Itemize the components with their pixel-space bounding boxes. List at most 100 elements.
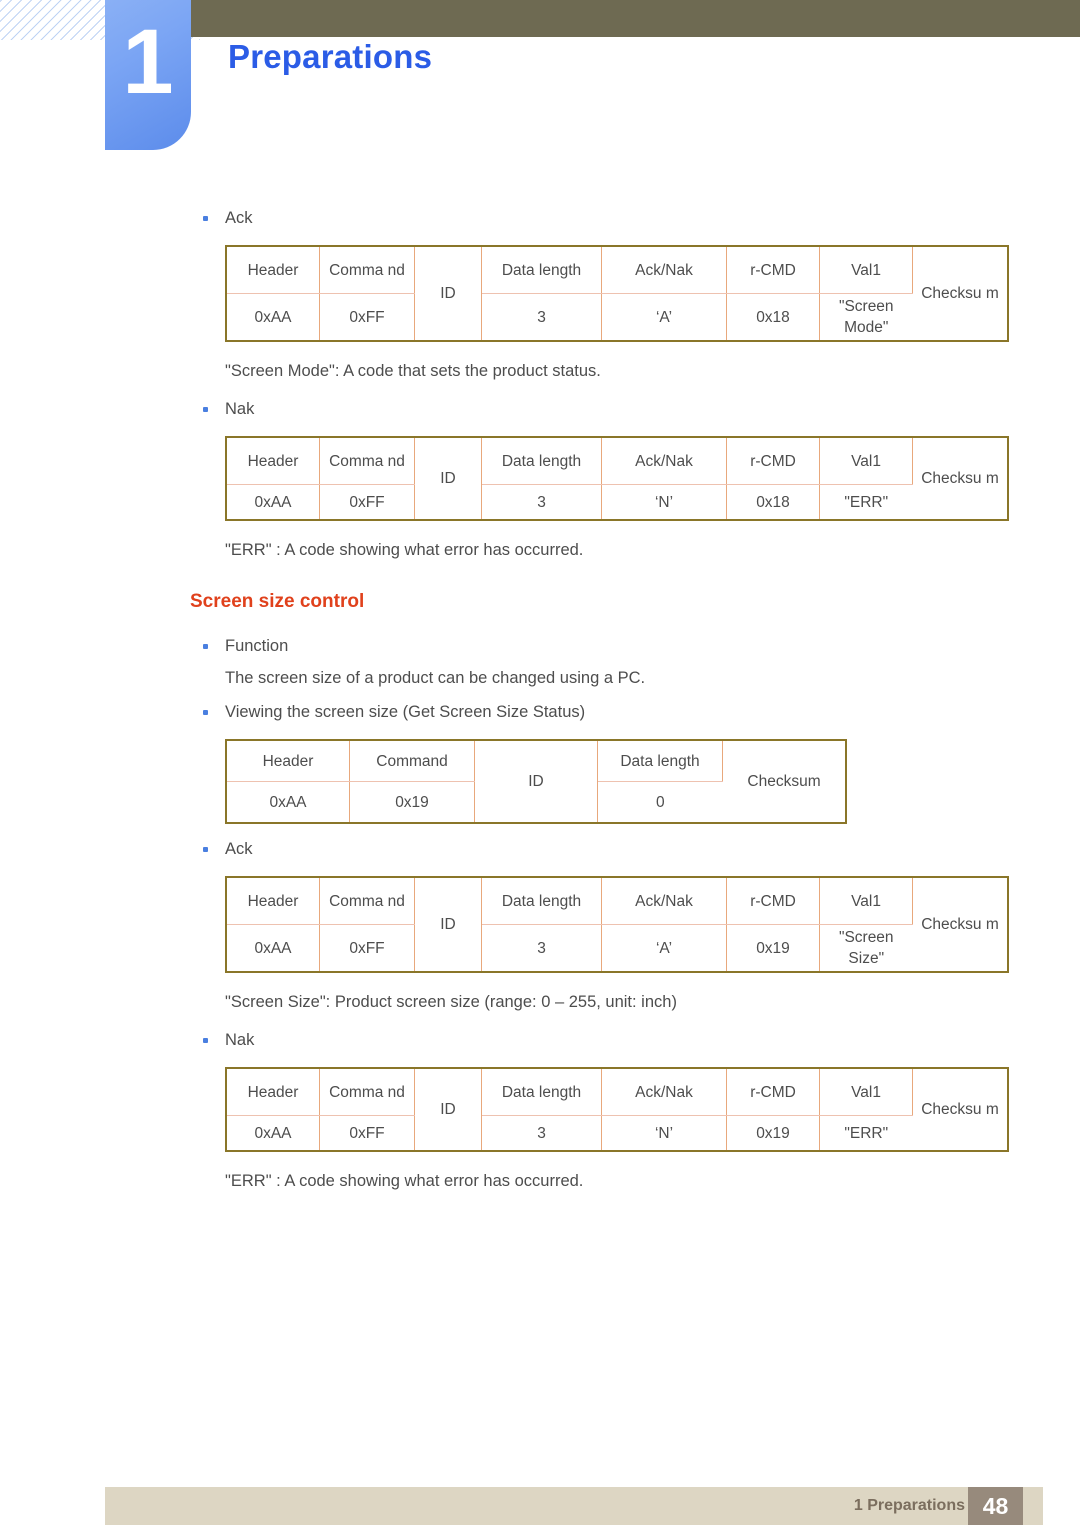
bullet-dot-icon [203, 216, 208, 221]
bullet-dot-icon [203, 710, 208, 715]
list-item-label: Nak [225, 400, 255, 418]
cell-data-length-value: 0 [655, 793, 665, 811]
cell-header-value: 0xAA [226, 293, 320, 341]
text-function-description: The screen size of a product can be chan… [225, 669, 646, 687]
cell-command-value: 0x19 [349, 781, 475, 823]
page-number-box: 48 [968, 1487, 1023, 1525]
cell-command-label: Comma nd [319, 877, 415, 925]
cell-val1-label: Val1 [819, 1068, 913, 1116]
cell-val1-label: Val1 [819, 246, 913, 294]
table-row: Header Comma nd ID Data length Ack/Nak r… [226, 437, 1008, 520]
header-olive-bar [191, 0, 1080, 37]
cell-val1-value: "ERR" [844, 1124, 889, 1142]
table-screen-size-nak: Header Comma nd ID Data length Ack/Nak r… [225, 1067, 1009, 1152]
cell-header-value: 0xAA [226, 781, 350, 823]
cell-ack-nak-label: Ack/Nak [601, 246, 727, 294]
note-screen-mode-err: "ERR" : A code showing what error has oc… [225, 541, 584, 559]
list-item-viewing-screen-size: Viewing the screen size (Get Screen Size… [0, 699, 1080, 725]
chapter-number: 1 [122, 11, 174, 113]
footer-bar: 1 Preparations [105, 1487, 1043, 1525]
table-row: Header Comma nd ID Data length Ack/Nak r… [226, 1068, 1008, 1151]
footer-chapter-label: 1 Preparations [853, 1497, 965, 1514]
cell-r-cmd-value: 0x18 [726, 484, 820, 520]
cell-data-length-label: Data length [481, 437, 602, 485]
list-item-label: Function [225, 637, 289, 655]
cell-command-label: Command [349, 740, 475, 782]
cell-data-length-value: 3 [481, 293, 602, 341]
list-item-ack-screen-size: Ack [0, 836, 1080, 862]
cell-ack-nak-label: Ack/Nak [601, 437, 727, 485]
cell-data-length-label: Data length [597, 740, 723, 782]
page-title: Preparations [228, 38, 433, 75]
cell-ack-nak-value: ‘A’ [601, 293, 727, 341]
cell-r-cmd-label: r-CMD [726, 877, 820, 925]
table-screen-size-ack: Header Comma nd ID Data length Ack/Nak r… [225, 876, 1009, 973]
cell-header-value: 0xAA [226, 924, 320, 972]
table-get-screen-size: Header Command ID Data length Checksum 0… [225, 739, 847, 824]
table-row: 0xAA 0xFF 3 ‘N’ 0x18 "ERR" [226, 484, 1008, 520]
cell-ack-nak-label: Ack/Nak [601, 877, 727, 925]
cell-header-label: Header [226, 740, 350, 782]
cell-data-length-value: 3 [481, 924, 602, 972]
cell-header-label: Header [226, 877, 320, 925]
cell-ack-nak-value: ‘N’ [601, 1115, 727, 1151]
note-screen-mode: "Screen Mode": A code that sets the prod… [225, 362, 601, 380]
cell-r-cmd-label: r-CMD [726, 246, 820, 294]
cell-id-label: ID [474, 740, 598, 823]
list-item-nak-screen-size: Nak [0, 1027, 1080, 1053]
cell-checksum-label: Checksu m [921, 1101, 999, 1118]
cell-r-cmd-label: r-CMD [726, 1068, 820, 1116]
note-screen-size: "Screen Size": Product screen size (rang… [225, 993, 677, 1011]
cell-id-label: ID [414, 246, 482, 341]
cell-header-label: Header [226, 437, 320, 485]
cell-r-cmd-value: 0x19 [726, 1115, 820, 1151]
bullet-dot-icon [203, 847, 208, 852]
cell-command-label: Comma nd [319, 1068, 415, 1116]
cell-r-cmd-label: r-CMD [726, 437, 820, 485]
table-row: Header Comma nd ID Data length Ack/Nak r… [226, 246, 1008, 341]
cell-data-length-label: Data length [481, 1068, 602, 1116]
table-screen-mode-ack-wrapper: Header Comma nd ID Data length Ack/Nak r… [0, 245, 1080, 342]
list-item-label: Viewing the screen size (Get Screen Size… [225, 703, 586, 721]
cell-command-value: 0xFF [319, 924, 415, 972]
cell-r-cmd-value: 0x19 [726, 924, 820, 972]
cell-checksum-label: Checksu m [921, 916, 999, 933]
list-item-nak: Nak [0, 396, 1080, 422]
cell-data-length-label: Data length [481, 877, 602, 925]
list-item-label: Nak [225, 1031, 255, 1049]
bullet-dot-icon [203, 1038, 208, 1043]
cell-header-value: 0xAA [226, 484, 320, 520]
cell-val1-label: Val1 [819, 437, 913, 485]
table-row: 0xAA 0xFF 3 ‘N’ 0x19 "ERR" [226, 1115, 1008, 1151]
cell-checksum-label: Checksu m [921, 470, 999, 487]
list-item-ack: Ack [0, 205, 1080, 231]
cell-header-value: 0xAA [226, 1115, 320, 1151]
note-screen-size-err: "ERR" : A code showing what error has oc… [225, 1172, 584, 1190]
cell-val1-label: Val1 [819, 877, 913, 925]
list-item-function: Function [0, 633, 1080, 659]
cell-command-label: Comma nd [319, 437, 415, 485]
cell-r-cmd-value: 0x18 [726, 293, 820, 341]
cell-ack-nak-value: ‘A’ [601, 924, 727, 972]
table-row: Header Command ID Data length Checksum [226, 740, 846, 823]
table-screen-size-nak-wrapper: Header Comma nd ID Data length Ack/Nak r… [0, 1067, 1080, 1152]
table-row: 0xAA 0xFF 3 ‘A’ 0x19 "Screen Size" [226, 924, 1008, 972]
cell-header-label: Header [226, 1068, 320, 1116]
chapter-tab: 1 [105, 0, 191, 150]
table-row: Header Comma nd ID Data length Ack/Nak r… [226, 877, 1008, 972]
cell-checksum-label: Checksum [747, 773, 821, 790]
cell-val1-value: "Screen Mode" [838, 298, 894, 336]
cell-id-label: ID [414, 437, 482, 520]
table-screen-size-ack-wrapper: Header Comma nd ID Data length Ack/Nak r… [0, 876, 1080, 973]
bullet-dot-icon [203, 407, 208, 412]
cell-header-label: Header [226, 246, 320, 294]
table-screen-mode-nak: Header Comma nd ID Data length Ack/Nak r… [225, 436, 1009, 521]
cell-command-value: 0xFF [319, 293, 415, 341]
cell-id-label: ID [414, 1068, 482, 1151]
table-get-screen-size-wrapper: Header Command ID Data length Checksum 0… [0, 739, 1080, 824]
page-number: 48 [982, 1493, 1009, 1519]
cell-val1-value: "Screen Size" [838, 929, 894, 967]
cell-command-label: Comma nd [319, 246, 415, 294]
cell-data-length-value: 3 [481, 484, 602, 520]
document-content: Ack Header Comma nd ID Data length Ack/N… [0, 205, 1080, 1194]
